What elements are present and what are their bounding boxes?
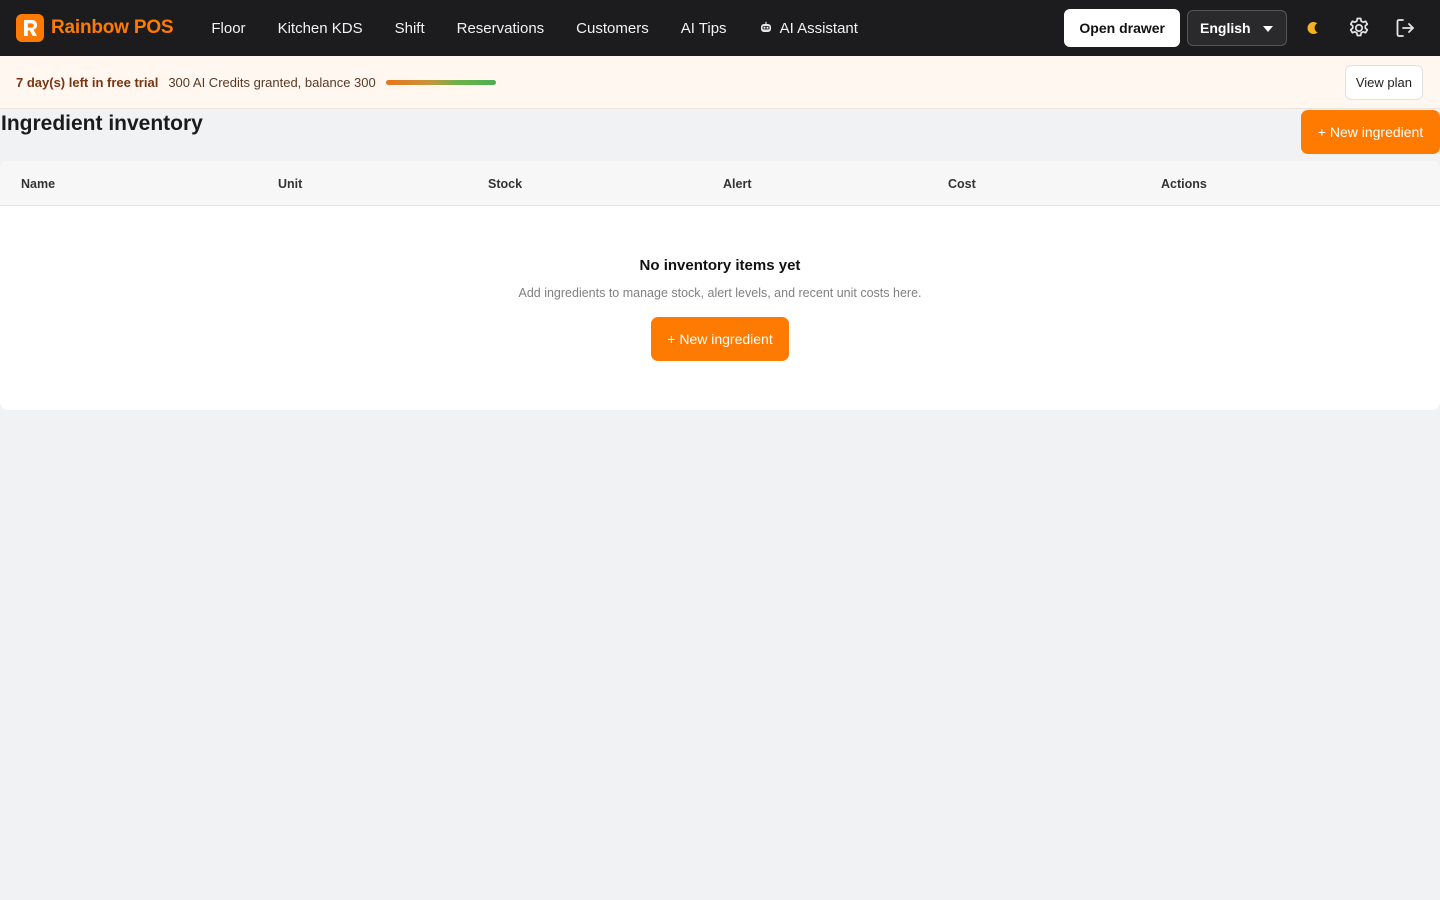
empty-state-new-ingredient-button[interactable]: + New ingredient: [651, 317, 789, 361]
view-plan-button[interactable]: View plan: [1344, 65, 1423, 100]
brand-logo-icon: [16, 14, 44, 42]
trial-credits: 300 AI Credits granted, balance 300: [168, 74, 376, 90]
nav-item-reservations[interactable]: Reservations: [441, 0, 561, 56]
nav-item-floor[interactable]: Floor: [195, 0, 261, 56]
chevron-down-icon: [1263, 26, 1273, 32]
nav-item-label: Shift: [394, 19, 425, 37]
column-header-alert[interactable]: Alert: [723, 177, 751, 191]
brand[interactable]: Rainbow POS: [16, 14, 174, 42]
theme-toggle-button[interactable]: [1290, 5, 1336, 51]
brand-name: Rainbow POS: [51, 17, 174, 38]
trial-days-left: 7 day(s) left in free trial: [16, 74, 159, 90]
empty-state-title: No inventory items yet: [639, 257, 801, 274]
moon-icon: [1307, 22, 1318, 34]
gear-icon: [1349, 17, 1369, 37]
nav-item-ai-assistant[interactable]: AI Assistant: [743, 0, 874, 56]
nav-item-label: AI Tips: [680, 19, 727, 37]
column-header-stock[interactable]: Stock: [488, 177, 522, 191]
nav-item-shift[interactable]: Shift: [379, 0, 441, 56]
logout-icon: [1396, 19, 1414, 37]
nav-item-label: AI Assistant: [779, 19, 858, 37]
column-header-unit[interactable]: Unit: [278, 177, 302, 191]
robot-icon: [759, 21, 773, 35]
header-actions: Open drawer English: [1064, 0, 1440, 56]
new-ingredient-button[interactable]: + New ingredient: [1301, 110, 1440, 154]
column-header-actions: Actions: [1161, 177, 1207, 191]
language-value: English: [1200, 20, 1251, 36]
nav-item-label: Customers: [576, 19, 649, 37]
open-drawer-button[interactable]: Open drawer: [1064, 9, 1180, 47]
nav-item-label: Floor: [211, 19, 246, 37]
column-header-name[interactable]: Name: [21, 177, 55, 191]
nav-item-ai-tips[interactable]: AI Tips: [665, 0, 743, 56]
nav-item-label: Kitchen KDS: [277, 19, 363, 37]
trial-banner: 7 day(s) left in free trial 300 AI Credi…: [0, 56, 1440, 109]
column-header-cost[interactable]: Cost: [948, 177, 976, 191]
page-title: Ingredient inventory: [1, 112, 203, 135]
credits-progress-bar: [385, 79, 496, 85]
table-header: Name Unit Stock Alert Cost Actions: [0, 161, 1440, 206]
settings-button[interactable]: [1336, 5, 1382, 51]
logout-button[interactable]: [1382, 5, 1428, 51]
main-nav: Floor Kitchen KDS Shift Reservations Cus…: [195, 0, 874, 56]
top-bar: Rainbow POS Floor Kitchen KDS Shift Rese…: [0, 0, 1440, 56]
nav-item-customers[interactable]: Customers: [560, 0, 665, 56]
nav-item-kitchen-kds[interactable]: Kitchen KDS: [262, 0, 379, 56]
nav-item-label: Reservations: [456, 19, 545, 37]
language-select[interactable]: English: [1187, 10, 1287, 46]
empty-state-subtitle: Add ingredients to manage stock, alert l…: [518, 286, 922, 300]
inventory-table: Name Unit Stock Alert Cost Actions No in…: [0, 161, 1440, 410]
